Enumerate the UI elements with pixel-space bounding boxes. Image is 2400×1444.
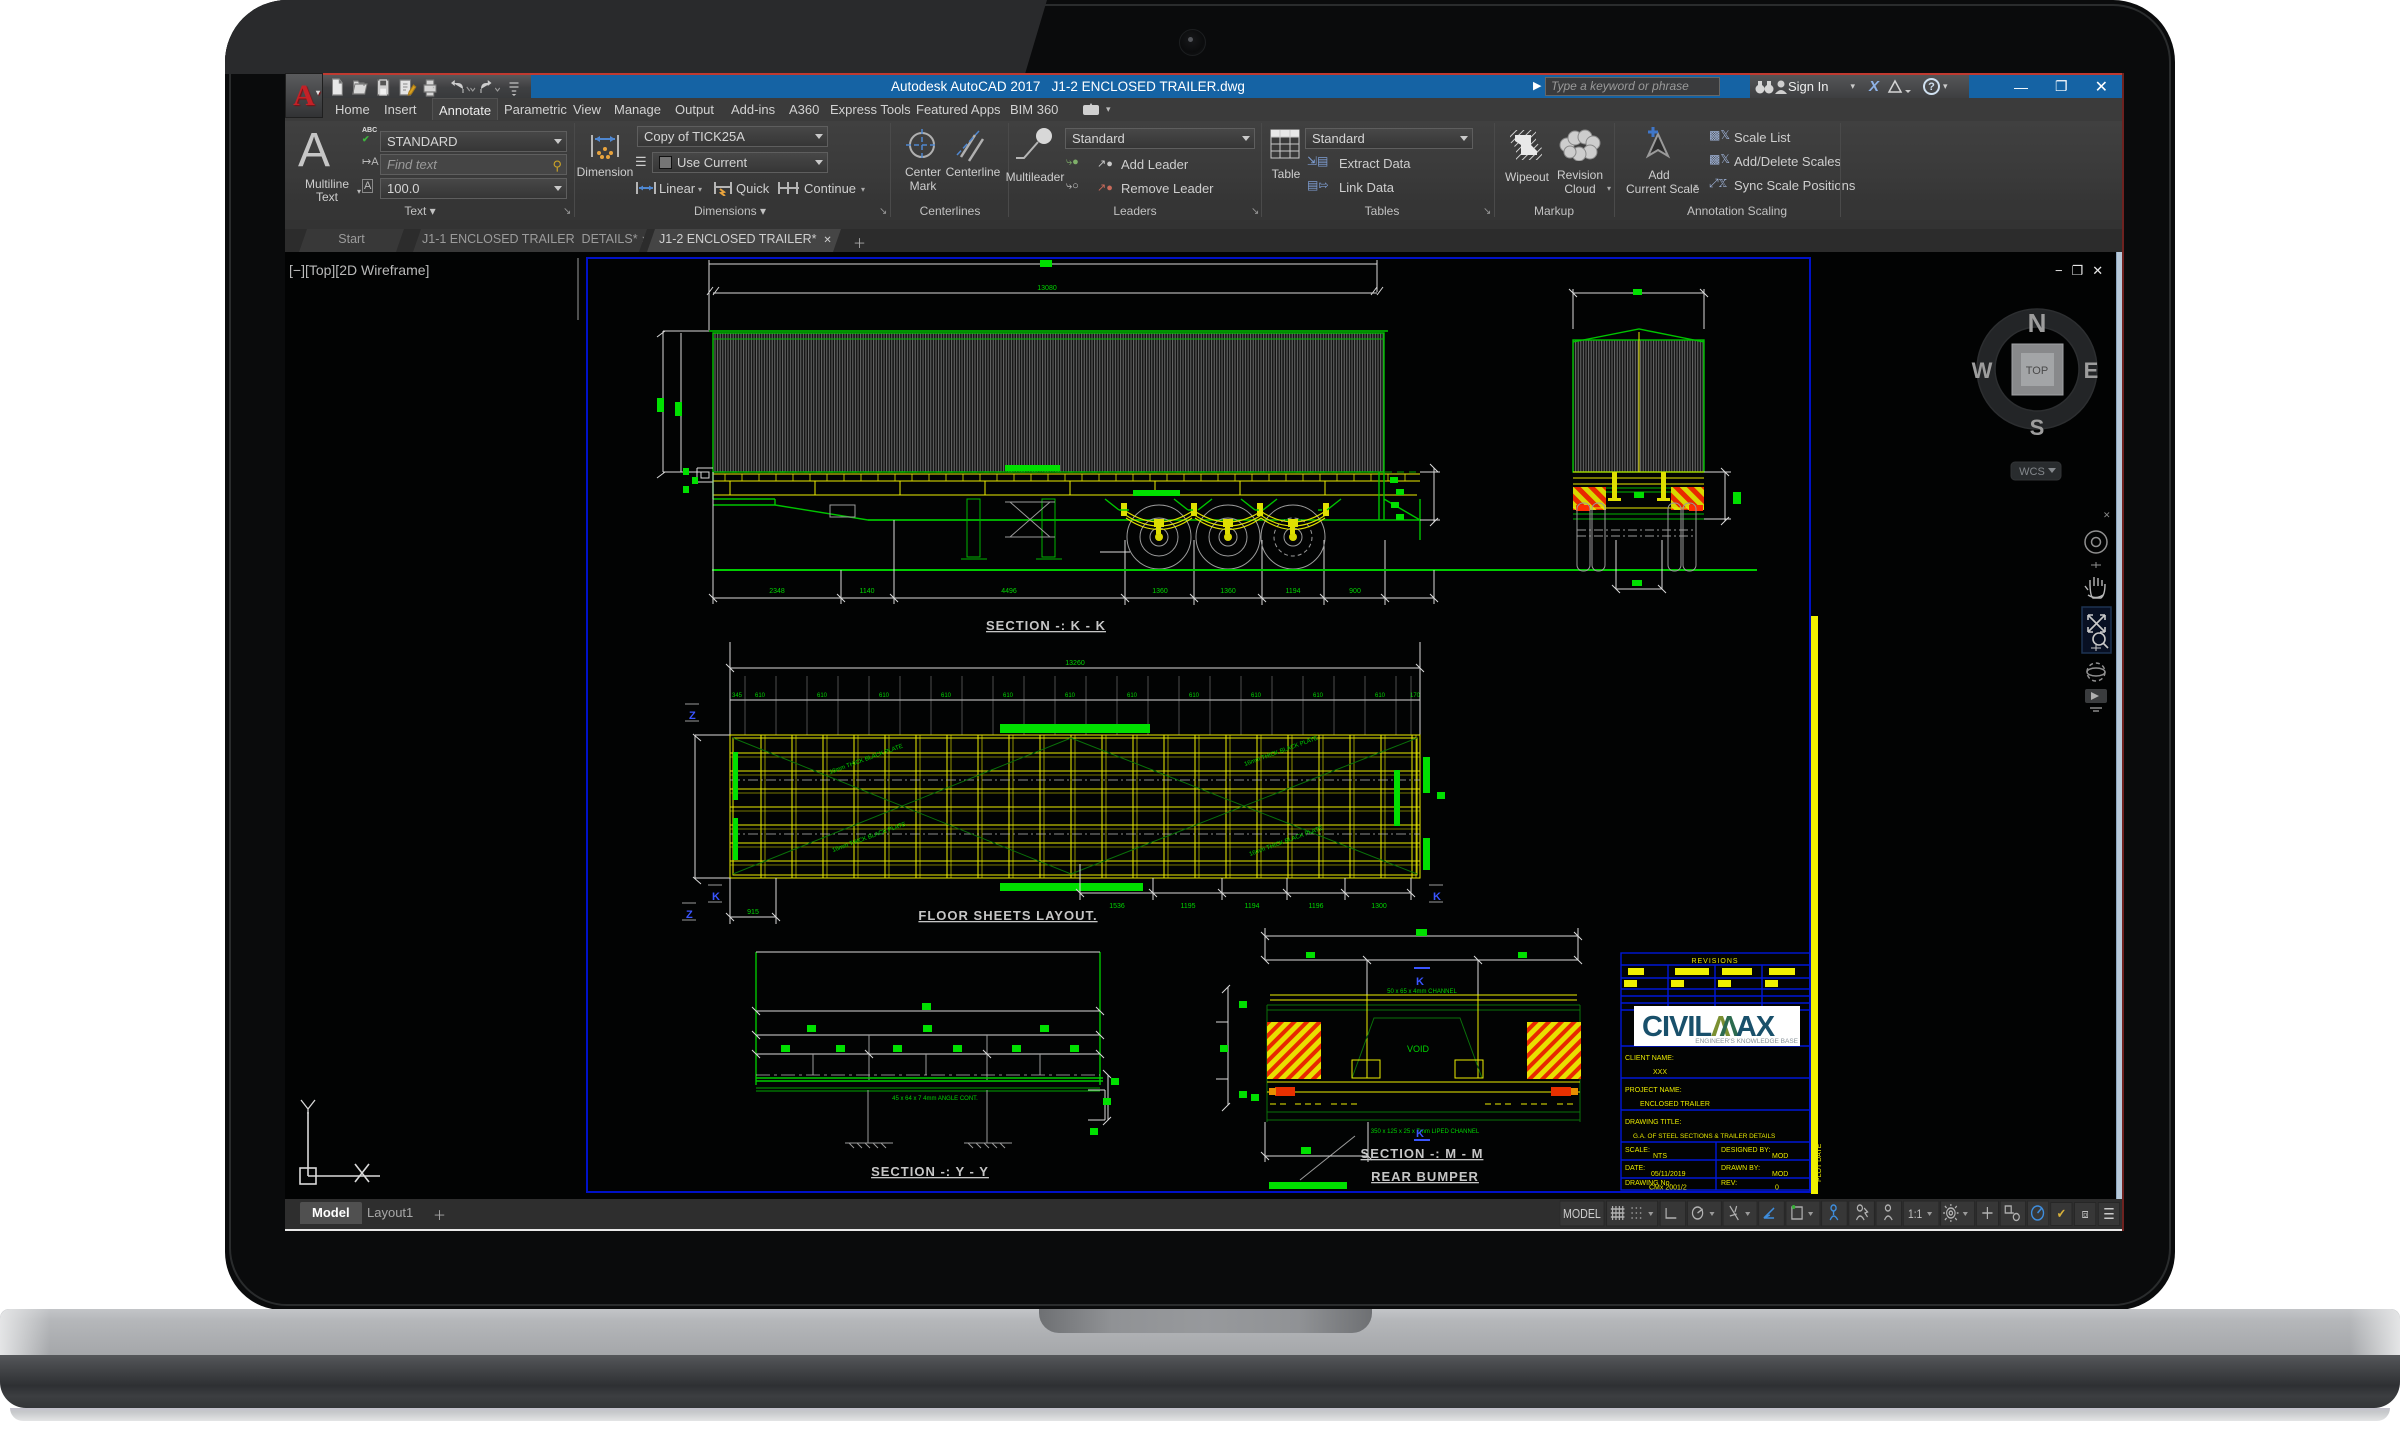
svg-text:1:1: 1:1 [1908, 1208, 1922, 1221]
svg-text:05/11/2019: 05/11/2019 [1651, 1171, 1686, 1178]
svg-text:DESIGNED BY:: DESIGNED BY: [1721, 1147, 1770, 1154]
svg-text:1196: 1196 [1308, 903, 1323, 910]
svg-text:SECTION -: M - M: SECTION -: M - M [1361, 1146, 1484, 1161]
svg-text:K: K [1416, 1128, 1424, 1140]
svg-text:0: 0 [1775, 1185, 1779, 1192]
svg-text:ENGINEER'S KNOWLEDGE BASE: ENGINEER'S KNOWLEDGE BASE [1695, 1038, 1798, 1045]
svg-text:W: W [1972, 358, 1993, 383]
svg-text:350 x 125 x 25 x 7mm LIPED CHA: 350 x 125 x 25 x 7mm LIPED CHANNEL [1371, 1129, 1480, 1135]
svg-text:K: K [712, 891, 720, 903]
svg-text:ENCLOSED TRAILER: ENCLOSED TRAILER [1640, 1101, 1710, 1108]
svg-text:610: 610 [1251, 693, 1262, 699]
svg-text:✕: ✕ [2103, 510, 2111, 520]
svg-text:REAR BUMPER: REAR BUMPER [1371, 1169, 1479, 1184]
svg-text:1195: 1195 [1180, 903, 1195, 910]
svg-text:FLOOR SHEETS LAYOUT.: FLOOR SHEETS LAYOUT. [918, 908, 1097, 923]
svg-text:PLOT DATE: PLOT DATE [1816, 1143, 1823, 1182]
svg-text:S: S [2030, 415, 2045, 440]
svg-text:610: 610 [1313, 693, 1324, 699]
svg-text:MOD: MOD [1772, 1171, 1788, 1178]
svg-text:2348: 2348 [769, 588, 785, 595]
svg-text:K: K [1433, 891, 1441, 903]
svg-text:DATE:: DATE: [1625, 1165, 1645, 1172]
svg-text:170: 170 [1410, 693, 1421, 699]
svg-text:VOID: VOID [1407, 1044, 1430, 1054]
svg-text:DRAWN BY:: DRAWN BY: [1721, 1165, 1760, 1172]
svg-text:WCS: WCS [2019, 466, 2045, 478]
svg-text:TOP: TOP [2026, 365, 2048, 377]
svg-text:13260: 13260 [1065, 660, 1085, 667]
svg-text:610: 610 [1127, 693, 1138, 699]
svg-text:610: 610 [1375, 693, 1386, 699]
svg-text:610: 610 [755, 693, 766, 699]
svg-text:1360: 1360 [1152, 588, 1168, 595]
svg-text:REV:: REV: [1721, 1180, 1737, 1187]
svg-text:K: K [1416, 976, 1424, 988]
svg-text:610: 610 [941, 693, 952, 699]
svg-text:16mm THICK BLACK PLATE: 16mm THICK BLACK PLATE [1244, 736, 1319, 768]
svg-text:915: 915 [747, 909, 759, 916]
svg-text:50 x 65 x 4mm CHANNEL: 50 x 65 x 4mm CHANNEL [1387, 989, 1457, 995]
svg-text:610: 610 [1189, 693, 1200, 699]
svg-text:1360: 1360 [1220, 588, 1236, 595]
svg-text:MODEL: MODEL [1563, 1207, 1601, 1221]
svg-text:900: 900 [1349, 588, 1361, 595]
svg-text:NTS: NTS [1653, 1153, 1667, 1160]
svg-text:45 x 64 x 7 4mm ANGLE CONT.: 45 x 64 x 7 4mm ANGLE CONT. [892, 1096, 978, 1102]
svg-text:CMx 2001/2: CMx 2001/2 [1649, 1185, 1687, 1192]
svg-text:Z: Z [686, 909, 693, 921]
svg-text:PROJECT NAME:: PROJECT NAME: [1625, 1087, 1682, 1094]
svg-text:610: 610 [1065, 693, 1076, 699]
svg-text:SECTION -: K - K: SECTION -: K - K [986, 618, 1106, 633]
svg-text:1140: 1140 [859, 588, 874, 595]
svg-text:DRAWING TITLE:: DRAWING TITLE: [1625, 1119, 1681, 1126]
svg-text:345: 345 [732, 693, 743, 699]
svg-text:13080: 13080 [1037, 285, 1057, 292]
svg-text:CLIENT NAME:: CLIENT NAME: [1625, 1055, 1674, 1062]
svg-text:16mm THICK BLACK PLATE: 16mm THICK BLACK PLATE [1249, 826, 1324, 858]
svg-text:4496: 4496 [1001, 588, 1017, 595]
svg-text:E: E [2084, 358, 2099, 383]
svg-text:610: 610 [817, 693, 828, 699]
svg-text:REVISIONS: REVISIONS [1691, 958, 1738, 965]
svg-text:1536: 1536 [1109, 903, 1125, 910]
svg-text:N: N [2028, 308, 2047, 338]
svg-text:610: 610 [1003, 693, 1014, 699]
svg-text:XXX: XXX [1653, 1069, 1667, 1076]
svg-text:SCALE:: SCALE: [1625, 1147, 1650, 1154]
svg-text:SECTION -: Y - Y: SECTION -: Y - Y [871, 1164, 989, 1179]
svg-text:610: 610 [879, 693, 890, 699]
svg-text:1194: 1194 [1244, 903, 1259, 910]
svg-text:16mm THICK BLACK PLATE: 16mm THICK BLACK PLATE [832, 822, 907, 854]
svg-text:1300: 1300 [1371, 903, 1387, 910]
svg-text:G.A. OF STEEL SECTIONS & TRAIL: G.A. OF STEEL SECTIONS & TRAILER DETAILS [1633, 1133, 1775, 1140]
svg-text:MOD: MOD [1772, 1153, 1788, 1160]
svg-text:1194: 1194 [1285, 588, 1300, 595]
svg-text:Z: Z [689, 710, 696, 722]
